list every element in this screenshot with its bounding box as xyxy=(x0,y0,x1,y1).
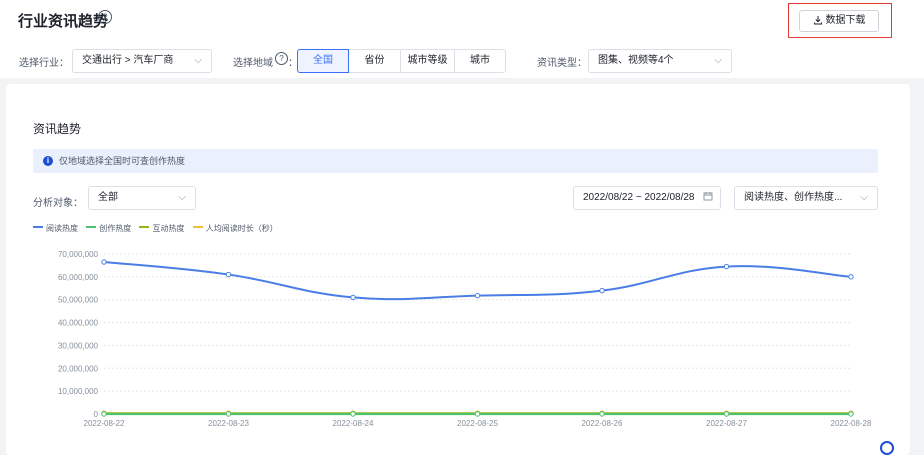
industry-select[interactable]: 交通出行 > 汽车厂商 ⌵ xyxy=(72,49,212,73)
x-tick-label: 2022-08-24 xyxy=(333,419,374,428)
x-tick-label: 2022-08-23 xyxy=(208,419,249,428)
calendar-icon xyxy=(703,187,713,209)
region-option-city[interactable]: 城市 xyxy=(454,49,506,73)
y-tick-label: 50,000,000 xyxy=(58,296,99,305)
y-tick-label: 40,000,000 xyxy=(58,319,99,328)
data-point xyxy=(101,411,107,417)
legend-label: 阅读热度 xyxy=(46,224,78,233)
type-select[interactable]: 图集、视频等4个 ⌵ xyxy=(588,49,732,73)
data-point xyxy=(723,263,730,270)
y-tick-label: 20,000,000 xyxy=(58,364,99,373)
legend-swatch xyxy=(192,226,203,228)
legend-label: 创作热度 xyxy=(99,224,132,233)
metrics-select[interactable]: 阅读热度、创作热度... ⌵ xyxy=(734,186,878,210)
question-circle-icon[interactable]: ? xyxy=(98,10,112,24)
legend-swatch xyxy=(33,226,43,228)
y-tick-label: 0 xyxy=(94,410,99,419)
chevron-down-icon: ⌵ xyxy=(714,55,722,66)
region-option-province[interactable]: 省份 xyxy=(348,49,401,73)
region-option-city-tier[interactable]: 城市等级 xyxy=(400,49,455,73)
target-value: 全部 xyxy=(98,192,118,203)
type-label: 资讯类型： xyxy=(537,58,587,69)
data-download-button[interactable]: 数据下载 xyxy=(799,10,879,32)
page-title: 行业资讯趋势 xyxy=(18,13,109,30)
info-notice: i 仅地域选择全国时可查创作热度 xyxy=(33,149,878,173)
header-bar: 行业资讯趋势 ? 数据下载 xyxy=(0,0,924,44)
legend-swatch xyxy=(86,226,97,228)
y-tick-label: 10,000,000 xyxy=(58,387,99,396)
date-range-picker[interactable]: 2022/08/22 ~ 2022/08/28 xyxy=(573,186,721,210)
data-point xyxy=(350,294,356,301)
industry-label: 选择行业： xyxy=(19,58,69,69)
data-point xyxy=(225,271,232,278)
info-icon: i xyxy=(43,156,53,166)
region-option-national[interactable]: 全国 xyxy=(297,49,349,73)
notice-text: 仅地域选择全国时可查创作热度 xyxy=(59,156,186,166)
legend-label: 互动热度 xyxy=(152,224,185,233)
data-point xyxy=(848,274,854,280)
data-point xyxy=(599,411,605,417)
data-point xyxy=(101,259,107,265)
chart-legend: 阅读热度 创作热度 互动热度 人均阅读时长（秒） xyxy=(33,223,284,237)
legend-item-read[interactable]: 阅读热度 xyxy=(33,223,78,234)
y-tick-label: 60,000,000 xyxy=(58,273,99,282)
chevron-down-icon: ⌵ xyxy=(178,192,186,203)
region-label: 选择地域 xyxy=(233,58,273,69)
trend-line-chart: 70,000,000 60,000,000 50,000,000 40,000,000… xyxy=(58,250,872,428)
target-label: 分析对象： xyxy=(33,198,83,209)
y-tick-label: 30,000,000 xyxy=(58,341,99,350)
section-title: 资讯趋势 xyxy=(33,122,82,136)
legend-label: 人均阅读时长（秒） xyxy=(205,224,278,233)
date-range-value: 2022/08/22 ~ 2022/08/28 xyxy=(583,192,695,203)
data-point xyxy=(848,411,854,417)
download-highlight-box: 数据下载 xyxy=(788,3,892,38)
y-tick-label: 70,000,000 xyxy=(58,250,99,259)
data-point xyxy=(599,287,605,294)
search-icon[interactable] xyxy=(876,435,896,455)
data-point xyxy=(225,411,232,417)
x-tick-label: 2022-08-28 xyxy=(831,419,872,428)
target-select[interactable]: 全部 ⌵ xyxy=(88,186,196,210)
filter-bar: 选择行业： 交通出行 > 汽车厂商 ⌵ 选择地域 ? ： 全国 省份 城市等级 … xyxy=(0,44,924,78)
x-tick-label: 2022-08-25 xyxy=(457,419,498,428)
legend-item-interact[interactable]: 互动热度 xyxy=(139,223,184,234)
download-label: 数据下载 xyxy=(825,15,866,26)
chevron-down-icon: ⌵ xyxy=(860,192,868,203)
metrics-value: 阅读热度、创作热度... xyxy=(744,192,843,203)
question-circle-icon[interactable]: ? xyxy=(275,52,288,65)
chevron-down-icon: ⌵ xyxy=(194,55,202,66)
data-point xyxy=(723,411,730,417)
industry-value: 交通出行 > 汽车厂商 xyxy=(82,55,174,66)
x-tick-label: 2022-08-22 xyxy=(84,419,125,428)
data-point xyxy=(474,411,481,417)
legend-item-create[interactable]: 创作热度 xyxy=(86,223,131,234)
data-point xyxy=(350,411,356,417)
legend-swatch xyxy=(139,226,150,228)
data-point xyxy=(474,292,481,299)
legend-item-avg-time[interactable]: 人均阅读时长（秒） xyxy=(192,223,278,234)
download-icon xyxy=(813,16,822,25)
x-tick-label: 2022-08-27 xyxy=(706,419,747,428)
x-tick-label: 2022-08-26 xyxy=(582,419,623,428)
type-value: 图集、视频等4个 xyxy=(598,55,674,66)
